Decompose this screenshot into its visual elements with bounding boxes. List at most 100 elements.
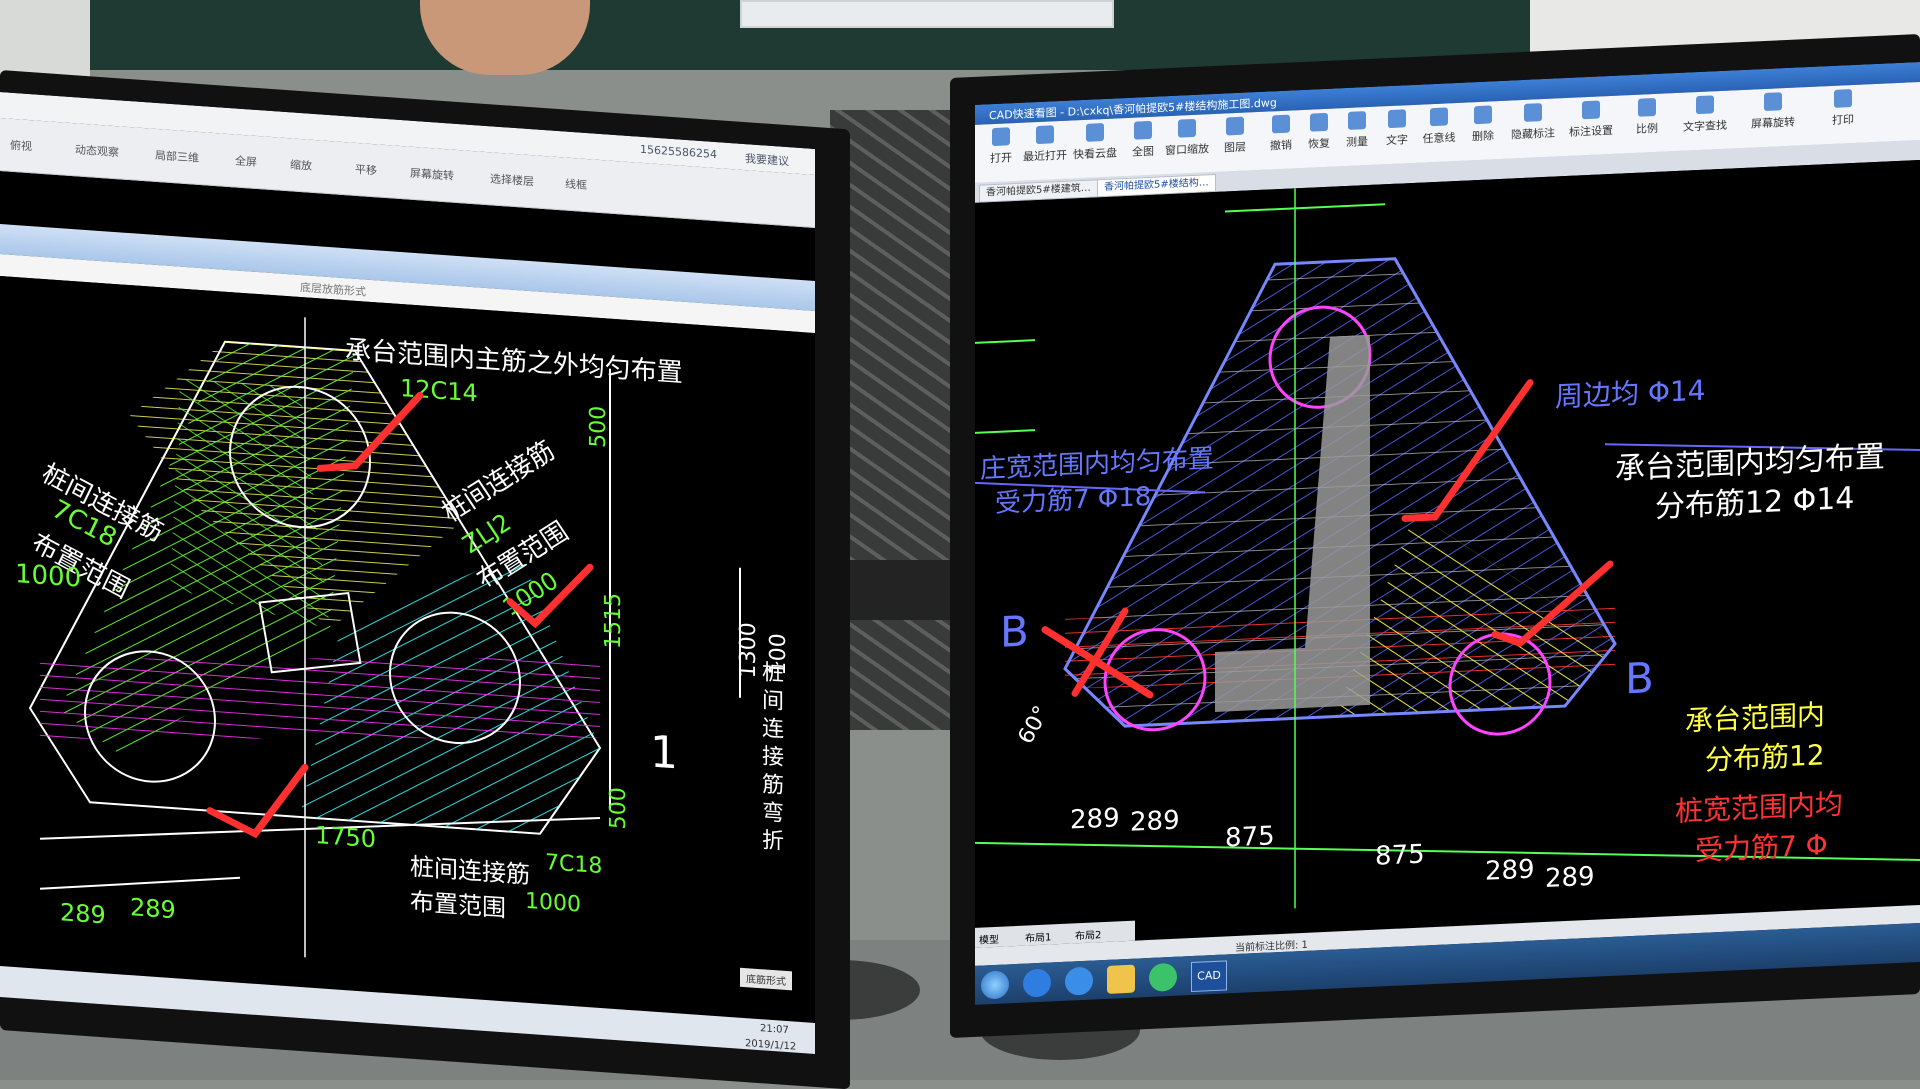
rotate-icon (1764, 92, 1782, 112)
bottom-note-4: 1000 (525, 889, 581, 918)
window-zoom-button[interactable]: 窗口缩放 (1165, 118, 1209, 158)
ratio-icon (1638, 97, 1656, 117)
section-b-left: B (1000, 606, 1029, 656)
dim-289-b: 289 (130, 893, 176, 924)
section-b-right: B (1625, 653, 1654, 703)
pile-cap-drawing-right: 庄宽范围内均匀布置 受力筋7 Φ18 周边均 Φ14 承台范围内均匀布置 分布筋… (975, 188, 1920, 909)
dim-1750: 1750 (315, 821, 376, 853)
dim-289-a: 289 (1070, 803, 1120, 835)
partial-note-4: 受力筋7 Φ (1695, 828, 1828, 867)
right-note-2: 分布筋12 Φ14 (1655, 481, 1854, 525)
partial-note-2: 分布筋12 (1705, 738, 1825, 776)
bottom-note-3: 布置范围 (410, 888, 506, 923)
bottom-note-1: 桩间连接筋 (410, 853, 530, 889)
ruler-icon (1348, 111, 1366, 130)
start-icon[interactable] (981, 970, 1009, 1000)
layer-button[interactable]: 图层 (1213, 116, 1257, 156)
side-label: 桩间连接筋弯折 (762, 660, 785, 855)
cloud-icon (1086, 123, 1104, 142)
screen-rotate-button[interactable]: 屏幕旋转 (1751, 92, 1795, 132)
dim-875-a: 875 (1225, 821, 1275, 853)
delete-button[interactable]: 删除 (1461, 105, 1505, 145)
top-right-note: 周边均 Φ14 (1555, 374, 1706, 414)
dim-500-bottom: 500 (606, 786, 631, 830)
text-icon (1388, 109, 1406, 129)
hide-annotation-button[interactable]: 隐藏标注 (1511, 103, 1555, 143)
partial-note-1: 承台范围内 (1685, 698, 1825, 737)
left-screen: 15625586254 我要建议 俯视 动态观察 局部三维 全屏 缩放 平移 屏… (0, 92, 815, 1054)
dim-289-d: 289 (1545, 862, 1595, 894)
main-note: 承台范围内主筋之外均匀布置 (345, 335, 683, 389)
pile-cap-drawing-left: 承台范围内主筋之外均匀布置 12C14 桩间连接筋 7C18 布置范围 1000… (15, 317, 791, 958)
undo-icon (1272, 114, 1290, 134)
text-button[interactable]: 文字 (1375, 109, 1419, 149)
feedback-link[interactable]: 我要建议 (745, 150, 789, 169)
tool-rotate[interactable]: 屏幕旋转 (410, 165, 454, 184)
radio-bottom-rebar[interactable]: 底层放筋形式 (300, 279, 366, 300)
tool-orbit[interactable]: 动态观察 (75, 141, 119, 160)
dim-1515: 1515 (601, 592, 626, 650)
fit-icon (1134, 120, 1152, 140)
left-cad-drawing: 承台范围内主筋之外均匀布置 12C14 桩间连接筋 7C18 布置范围 1000… (0, 276, 800, 1022)
freeline-button[interactable]: 任意线 (1417, 107, 1461, 147)
tool-pan[interactable]: 平移 (355, 161, 377, 179)
eraser-icon (1474, 105, 1492, 125)
account-number: 15625586254 (640, 142, 717, 162)
open-icon (992, 127, 1010, 147)
tool-local-3d[interactable]: 局部三维 (155, 147, 199, 166)
bottom-note-2: 7C18 (545, 850, 602, 879)
tab-model[interactable]: 模型 (979, 931, 999, 947)
find-text-button[interactable]: 文字查找 (1683, 95, 1727, 135)
tab-layout-1[interactable]: 布局1 (1025, 928, 1051, 944)
dim-1300: 1300 (736, 622, 761, 680)
right-monitor: CAD快速看图 - D:\cxkq\香河帕提欧5#楼结构施工图.dwg 打开 最… (950, 33, 1920, 1038)
print-button[interactable]: 打印 (1821, 88, 1865, 128)
settings-icon (1582, 100, 1600, 120)
keyboard (830, 560, 970, 620)
angle-label: 60° (1014, 702, 1055, 748)
tool-zoom[interactable]: 缩放 (290, 156, 312, 174)
cloud-button[interactable]: 快看云盘 (1073, 122, 1117, 162)
tool-fullscreen[interactable]: 全屏 (235, 152, 257, 170)
clock-time: 21:07 (760, 1023, 789, 1037)
dimension-line (1225, 203, 1385, 213)
app-icon[interactable] (1149, 962, 1177, 992)
tab-layout-2[interactable]: 布局2 (1075, 926, 1101, 942)
right-screen: CAD快速看图 - D:\cxkq\香河帕提欧5#楼结构施工图.dwg 打开 最… (975, 61, 1920, 1005)
dim-289-a: 289 (60, 898, 106, 929)
bottom-form-button[interactable]: 底筋形式 (740, 967, 792, 991)
wall (0, 0, 90, 80)
right-cad-drawing: 庄宽范围内均匀布置 受力筋7 Φ18 周边均 Φ14 承台范围内均匀布置 分布筋… (975, 159, 1920, 948)
scale-button[interactable]: 比例 (1625, 97, 1669, 137)
left-note-2: 受力筋7 Φ18 (995, 482, 1151, 519)
zoom-window-icon (1178, 118, 1196, 138)
section-mark: 1 (650, 727, 678, 780)
projector-screen (740, 0, 1114, 28)
recent-button[interactable]: 最近打开 (1023, 125, 1067, 165)
annotation-settings-button[interactable]: 标注设置 (1569, 100, 1613, 140)
measure-button[interactable]: 测量 (1335, 111, 1379, 151)
internet-explorer-icon[interactable] (1065, 966, 1093, 996)
open-button[interactable]: 打开 (979, 127, 1023, 167)
left-note-4: 1000 (15, 559, 81, 594)
fit-all-button[interactable]: 全图 (1121, 120, 1165, 160)
folder-icon[interactable] (1107, 964, 1135, 994)
partial-note-3: 桩宽范围内均 (1675, 787, 1843, 828)
browser-icon[interactable] (1023, 968, 1051, 998)
eye-icon (1524, 103, 1542, 122)
dim-500-top: 500 (586, 405, 611, 449)
dim-289-b: 289 (1130, 806, 1180, 838)
history-icon (1036, 125, 1054, 145)
search-icon (1696, 95, 1714, 115)
red-check-mark (206, 763, 309, 839)
left-monitor: 15625586254 我要建议 俯视 动态观察 局部三维 全屏 缩放 平移 屏… (0, 70, 850, 1089)
cad-taskbar-button[interactable]: CAD (1191, 960, 1227, 993)
tool-top-view[interactable]: 俯视 (10, 137, 32, 155)
clock-date: 2019/1/12 (745, 1038, 797, 1053)
tool-select-floor[interactable]: 选择楼层 (490, 170, 534, 189)
layers-icon (1226, 116, 1244, 136)
tool-wireframe[interactable]: 线框 (565, 176, 587, 194)
dim-289-c: 289 (1485, 854, 1535, 886)
dimension-line (975, 339, 1035, 344)
pen-icon (1430, 107, 1448, 127)
